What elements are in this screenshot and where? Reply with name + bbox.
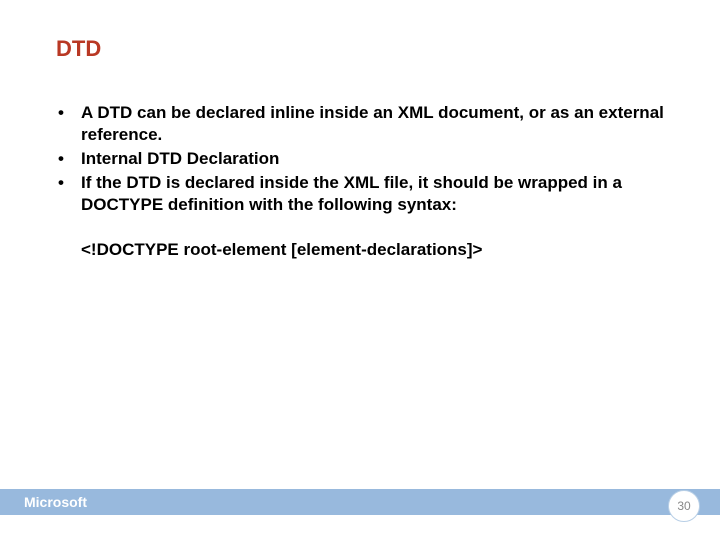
bullet-text: If the DTD is declared inside the XML fi… — [81, 172, 675, 216]
syntax-text: <!DOCTYPE root-element [element-declarat… — [81, 240, 482, 260]
content-area: • A DTD can be declared inline inside an… — [56, 102, 675, 260]
bullet-item: • A DTD can be declared inline inside an… — [56, 102, 675, 146]
bullet-marker-icon: • — [56, 102, 81, 146]
bullet-list: • A DTD can be declared inline inside an… — [56, 102, 675, 216]
syntax-spacer — [56, 240, 81, 260]
bullet-marker-icon: • — [56, 148, 81, 170]
slide-title: DTD — [56, 36, 101, 62]
page-number: 30 — [677, 499, 690, 513]
footer-bar: Microsoft — [0, 489, 720, 515]
bullet-marker-icon: • — [56, 172, 81, 216]
bullet-text: Internal DTD Declaration — [81, 148, 675, 170]
bullet-text: A DTD can be declared inline inside an X… — [81, 102, 675, 146]
syntax-line: <!DOCTYPE root-element [element-declarat… — [56, 240, 675, 260]
page-number-badge: 30 — [668, 490, 700, 522]
bullet-item: • Internal DTD Declaration — [56, 148, 675, 170]
bullet-item: • If the DTD is declared inside the XML … — [56, 172, 675, 216]
microsoft-logo: Microsoft — [24, 494, 87, 510]
